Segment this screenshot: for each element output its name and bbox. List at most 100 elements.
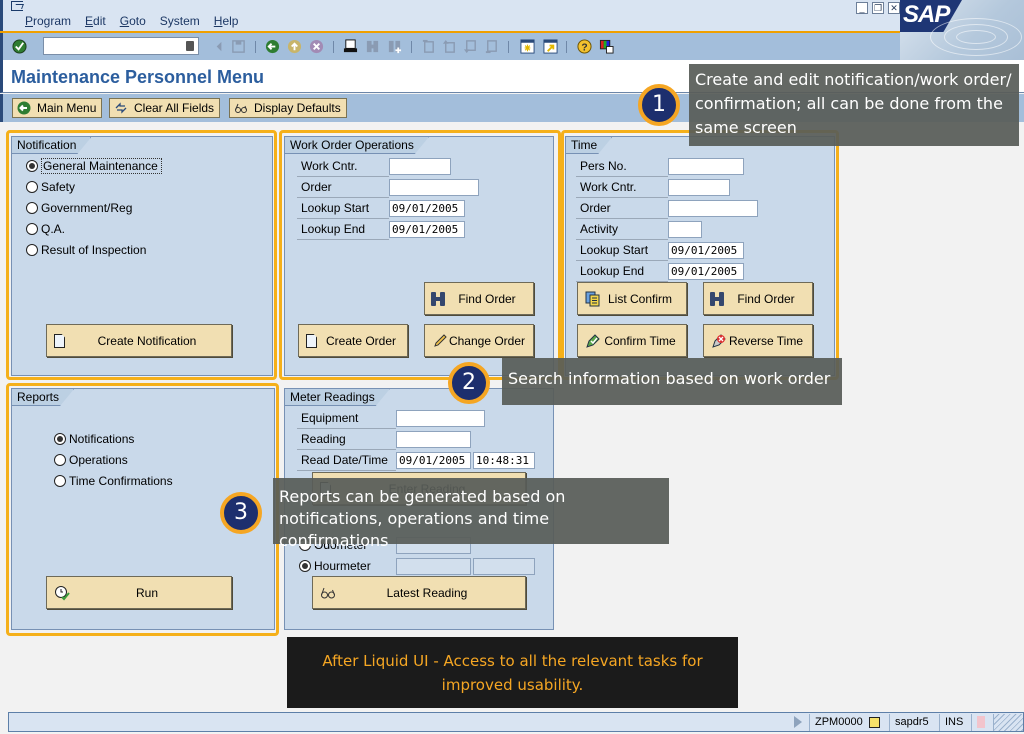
previous-page-icon[interactable]: [442, 39, 457, 54]
radio-qa[interactable]: Q.A.: [26, 222, 65, 236]
close-button[interactable]: ✕: [888, 2, 900, 14]
find-order-button[interactable]: Find Order: [703, 282, 813, 315]
find-next-icon[interactable]: [387, 39, 402, 54]
new-session-icon[interactable]: [520, 39, 535, 54]
find-order-button[interactable]: Find Order: [424, 282, 534, 315]
pers-no-input[interactable]: [668, 158, 744, 175]
latest-reading-button[interactable]: Latest Reading: [312, 576, 526, 609]
group-title: Meter Readings: [285, 389, 390, 406]
radio-button[interactable]: [54, 433, 66, 445]
help-icon[interactable]: ?: [577, 39, 592, 54]
radio-button[interactable]: [26, 223, 38, 235]
radio-button[interactable]: [54, 454, 66, 466]
sap-logo: SAP: [900, 0, 1024, 62]
glasses-icon: [235, 103, 247, 113]
field-label: Lookup End: [576, 262, 668, 282]
execute-clock-icon: [55, 586, 70, 601]
activity-input[interactable]: [668, 221, 702, 238]
radio-button[interactable]: [26, 181, 38, 193]
work-order-group: Work Order Operations Work Cntr. Order L…: [284, 136, 554, 376]
exit-icon[interactable]: [287, 39, 302, 54]
radio-result-of-inspection[interactable]: Result of Inspection: [26, 243, 146, 257]
display-defaults-button[interactable]: Display Defaults: [229, 98, 347, 118]
server-name: sapdr5: [889, 714, 939, 731]
radio-hourmeter[interactable]: Hourmeter: [299, 559, 371, 573]
binoculars-icon: [431, 292, 445, 306]
next-page-icon[interactable]: [463, 39, 478, 54]
menu-program[interactable]: Program: [25, 14, 71, 28]
field-label: Lookup Start: [297, 199, 389, 219]
radio-government-reg[interactable]: Government/Reg: [26, 201, 132, 215]
main-menu: Program Edit Goto System Help: [25, 14, 238, 28]
expand-status-icon[interactable]: [794, 716, 802, 728]
system-menu-icon[interactable]: [11, 1, 23, 11]
radio-button[interactable]: [26, 202, 38, 214]
work-center-input[interactable]: [668, 179, 730, 196]
order-input[interactable]: [389, 179, 479, 196]
menu-system[interactable]: System: [160, 14, 200, 28]
lookup-end-input[interactable]: 09/01/2005: [668, 263, 744, 280]
enter-icon[interactable]: [12, 39, 27, 54]
print-icon[interactable]: [343, 39, 358, 54]
first-page-icon[interactable]: [421, 39, 436, 54]
radio-operations[interactable]: Operations: [54, 453, 128, 467]
main-menu-button[interactable]: Main Menu: [12, 98, 103, 118]
clear-all-fields-button[interactable]: Clear All Fields: [109, 98, 221, 118]
field-label: Equipment: [297, 409, 396, 429]
equipment-input[interactable]: [396, 410, 485, 427]
command-field[interactable]: [43, 37, 199, 55]
radio-notifications[interactable]: Notifications: [54, 432, 134, 446]
radio-general-maintenance[interactable]: General Maintenance: [26, 158, 162, 174]
create-order-button[interactable]: Create Order: [298, 324, 408, 357]
order-input[interactable]: [668, 200, 758, 217]
reading-input[interactable]: [396, 431, 471, 448]
lookup-start-input[interactable]: 09/01/2005: [668, 242, 744, 259]
read-date-input[interactable]: 09/01/2005: [396, 452, 471, 469]
restore-button[interactable]: ❐: [872, 2, 884, 14]
field-label: Order: [576, 199, 668, 219]
work-center-input[interactable]: [389, 158, 451, 175]
notification-group: Notification General Maintenance Safety …: [11, 136, 273, 376]
lookup-start-input[interactable]: 09/01/2005: [389, 200, 465, 217]
radio-button[interactable]: [299, 560, 311, 572]
menu-help[interactable]: Help: [214, 14, 239, 28]
callout-3: Reports can be generated based on notifi…: [273, 478, 669, 550]
field-label: Activity: [576, 220, 668, 240]
history-icon[interactable]: [186, 41, 194, 51]
back-icon[interactable]: [265, 39, 280, 54]
minimize-button[interactable]: _: [856, 2, 868, 14]
radio-button[interactable]: [54, 475, 66, 487]
document-icon: [54, 334, 65, 348]
page-title: Maintenance Personnel Menu: [11, 67, 265, 87]
insert-mode[interactable]: INS: [939, 714, 971, 731]
back-arrow-icon[interactable]: [212, 39, 227, 54]
run-button[interactable]: Run: [46, 576, 232, 609]
transaction-list-icon[interactable]: [868, 716, 880, 728]
read-time-input[interactable]: 10:48:31: [473, 452, 535, 469]
menu-edit[interactable]: Edit: [85, 14, 106, 28]
resize-grip[interactable]: [993, 714, 1023, 731]
reverse-icon: [712, 334, 726, 348]
reverse-time-button[interactable]: Reverse Time: [703, 324, 813, 357]
cancel-icon[interactable]: [309, 39, 324, 54]
find-icon[interactable]: [365, 39, 380, 54]
confirm-time-button[interactable]: Confirm Time: [577, 324, 687, 357]
group-title: Notification: [12, 137, 91, 154]
radio-button[interactable]: [26, 244, 38, 256]
last-page-icon[interactable]: [484, 39, 499, 54]
radio-safety[interactable]: Safety: [26, 180, 75, 194]
layout-menu-icon[interactable]: [599, 39, 614, 54]
create-shortcut-icon[interactable]: [543, 39, 558, 54]
hourmeter-unit: [473, 558, 535, 575]
lookup-end-input[interactable]: 09/01/2005: [389, 221, 465, 238]
group-title: Reports: [12, 389, 74, 406]
save-icon[interactable]: [231, 39, 246, 54]
create-notification-button[interactable]: Create Notification: [46, 324, 232, 357]
radio-time-confirmations[interactable]: Time Confirmations: [54, 474, 173, 488]
list-confirm-button[interactable]: List Confirm: [577, 282, 687, 315]
status-bar: ZPM0000 sapdr5 INS: [8, 712, 1024, 732]
menu-goto[interactable]: Goto: [120, 14, 146, 28]
group-title: Work Order Operations: [285, 137, 429, 154]
radio-button[interactable]: [26, 160, 38, 172]
change-order-button[interactable]: Change Order: [424, 324, 534, 357]
